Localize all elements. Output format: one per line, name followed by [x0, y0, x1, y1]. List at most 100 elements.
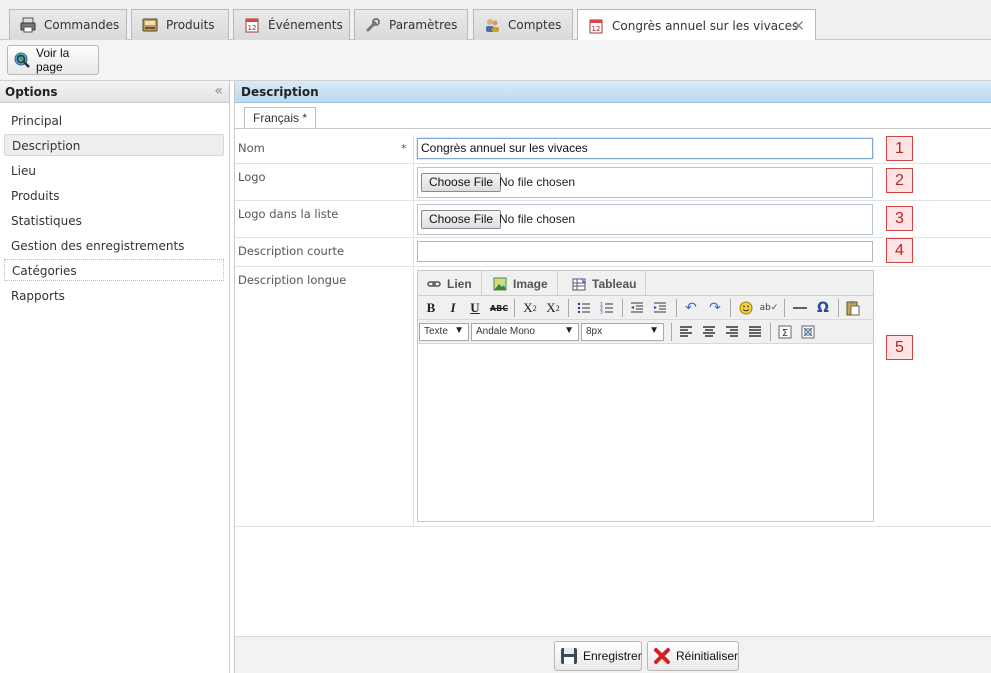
separator — [838, 299, 839, 317]
italic-icon[interactable]: I — [443, 299, 463, 317]
logo-liste-label: Logo dans la liste — [238, 207, 339, 221]
svg-text:12: 12 — [248, 24, 257, 32]
align-left-icon[interactable] — [676, 323, 696, 341]
svg-text:Σ: Σ — [782, 328, 788, 339]
toolbar: Voir la page — [0, 40, 991, 81]
nav-item-categories[interactable]: Catégories — [4, 259, 224, 281]
horizontal-rule-icon[interactable] — [790, 299, 810, 317]
marker-5: 5 — [886, 335, 913, 360]
undo-icon[interactable]: ↶ — [681, 299, 701, 317]
marker-2: 2 — [886, 168, 913, 193]
bullet-list-icon[interactable] — [574, 299, 594, 317]
tab-evenements[interactable]: 12 Événements — [233, 9, 350, 40]
editor-tab-label: Image — [513, 276, 548, 291]
nav-item-principal[interactable]: Principal — [4, 110, 224, 132]
special-character-icon[interactable]: Ω — [813, 299, 833, 317]
font-size-select[interactable]: 8px ▼ — [581, 323, 664, 341]
printer-icon — [20, 17, 36, 33]
editor-tab-label: Tableau — [592, 276, 637, 291]
separator — [784, 299, 785, 317]
save-label: Enregistrer — [583, 649, 642, 663]
tab-congres-annuel[interactable]: 12 Congrès annuel sur les vivaces ✕ — [577, 9, 816, 41]
indent-icon[interactable] — [650, 299, 670, 317]
calendar-icon: 12 — [244, 17, 260, 33]
calendar-icon: 12 — [588, 18, 604, 34]
field-row-logo: Logo Choose File No file chosen 2 — [235, 164, 991, 201]
outdent-icon[interactable] — [627, 299, 647, 317]
svg-text:12: 12 — [592, 25, 601, 33]
tab-label: Comptes — [508, 18, 562, 32]
editor-tab-tableau[interactable]: Tableau — [563, 271, 647, 296]
nom-input[interactable]: Congrès annuel sur les vivaces — [417, 138, 873, 159]
tab-label: Événements — [268, 18, 343, 32]
format-select[interactable]: Texte ▼ — [419, 323, 469, 341]
editor-tab-image[interactable]: Image — [484, 271, 558, 296]
rich-text-editor: Lien Image Tableau B I U ABC X2 X2 1 2 3… — [417, 270, 874, 522]
strikethrough-icon[interactable]: ABC — [489, 299, 509, 317]
bold-icon[interactable]: B — [421, 299, 441, 317]
view-page-button[interactable]: Voir la page — [7, 45, 99, 75]
font-family-select[interactable]: Andale Mono ▼ — [471, 323, 579, 341]
svg-text:3: 3 — [600, 310, 603, 316]
tab-label: Commandes — [44, 18, 120, 32]
editor-tab-lien[interactable]: Lien — [418, 271, 482, 296]
editor-content-area[interactable] — [418, 345, 873, 521]
spellcheck-icon[interactable]: ab✓ — [759, 299, 779, 317]
tab-label: Congrès annuel sur les vivaces — [612, 18, 799, 33]
description-courte-input[interactable] — [417, 241, 873, 262]
superscript-icon[interactable]: X2 — [543, 299, 563, 317]
options-panel: Options « Principal Description Lieu Pro… — [0, 81, 230, 673]
numbered-list-icon[interactable]: 123 — [597, 299, 617, 317]
tab-label: Paramètres — [389, 18, 458, 32]
paste-icon[interactable] — [843, 299, 863, 317]
dropdown-arrow-icon: ▼ — [649, 325, 659, 336]
dropdown-arrow-icon: ▼ — [564, 325, 574, 336]
main-tab-bar: Commandes Produits 12 Événements Paramèt… — [0, 0, 991, 41]
nav-item-gestion-enregistrements[interactable]: Gestion des enregistrements — [4, 235, 224, 257]
field-row-nom: Nom * Congrès annuel sur les vivaces 1 — [235, 135, 991, 164]
marker-1: 1 — [886, 136, 913, 161]
description-longue-label: Description longue — [238, 273, 347, 287]
field-row-logo-liste: Logo dans la liste Choose File No file c… — [235, 201, 991, 238]
save-button[interactable]: Enregistrer — [554, 641, 642, 671]
description-header: Description — [235, 81, 991, 103]
align-center-icon[interactable] — [699, 323, 719, 341]
tab-parametres[interactable]: Paramètres — [354, 9, 468, 40]
close-icon[interactable]: ✕ — [792, 17, 805, 35]
description-courte-label: Description courte — [238, 244, 345, 258]
show-blocks-icon[interactable] — [798, 323, 818, 341]
nav-item-statistiques[interactable]: Statistiques — [4, 210, 224, 232]
subscript-icon[interactable]: X2 — [520, 299, 540, 317]
tab-comptes[interactable]: Comptes — [473, 9, 573, 40]
logo-liste-choose-file-button[interactable]: Choose File — [421, 210, 502, 229]
required-mark: * — [401, 142, 407, 155]
floppy-disk-icon — [560, 647, 578, 665]
reset-button[interactable]: Réinitialiser — [647, 641, 739, 671]
logo-choose-file-button[interactable]: Choose File — [421, 173, 502, 192]
options-title: Options — [5, 85, 58, 99]
clean-formatting-icon[interactable]: Σ — [775, 323, 795, 341]
align-justify-icon[interactable] — [745, 323, 765, 341]
collapse-panel-icon[interactable]: « — [214, 83, 223, 99]
size-select-value: 8px — [586, 326, 603, 337]
logo-liste-file-input: Choose File No file chosen — [417, 204, 873, 235]
nav-item-rapports[interactable]: Rapports — [4, 285, 224, 307]
nom-label: Nom — [238, 141, 265, 155]
language-tab-francais[interactable]: Français * — [244, 107, 317, 129]
row-divider — [413, 164, 414, 200]
red-x-icon — [653, 647, 671, 665]
nav-item-lieu[interactable]: Lieu — [4, 160, 224, 182]
nav-item-description[interactable]: Description — [4, 134, 224, 156]
tab-commandes[interactable]: Commandes — [9, 9, 127, 40]
nav-item-produits[interactable]: Produits — [4, 185, 224, 207]
logo-file-status: No file chosen — [499, 175, 576, 189]
row-divider — [413, 267, 414, 526]
logo-liste-file-status: No file chosen — [499, 212, 576, 226]
emoticon-icon[interactable] — [736, 299, 756, 317]
link-icon — [427, 277, 441, 291]
align-right-icon[interactable] — [722, 323, 742, 341]
redo-icon[interactable]: ↷ — [705, 299, 725, 317]
underline-icon[interactable]: U — [465, 299, 485, 317]
logo-file-input: Choose File No file chosen — [417, 167, 873, 198]
tab-produits[interactable]: Produits — [131, 9, 229, 40]
